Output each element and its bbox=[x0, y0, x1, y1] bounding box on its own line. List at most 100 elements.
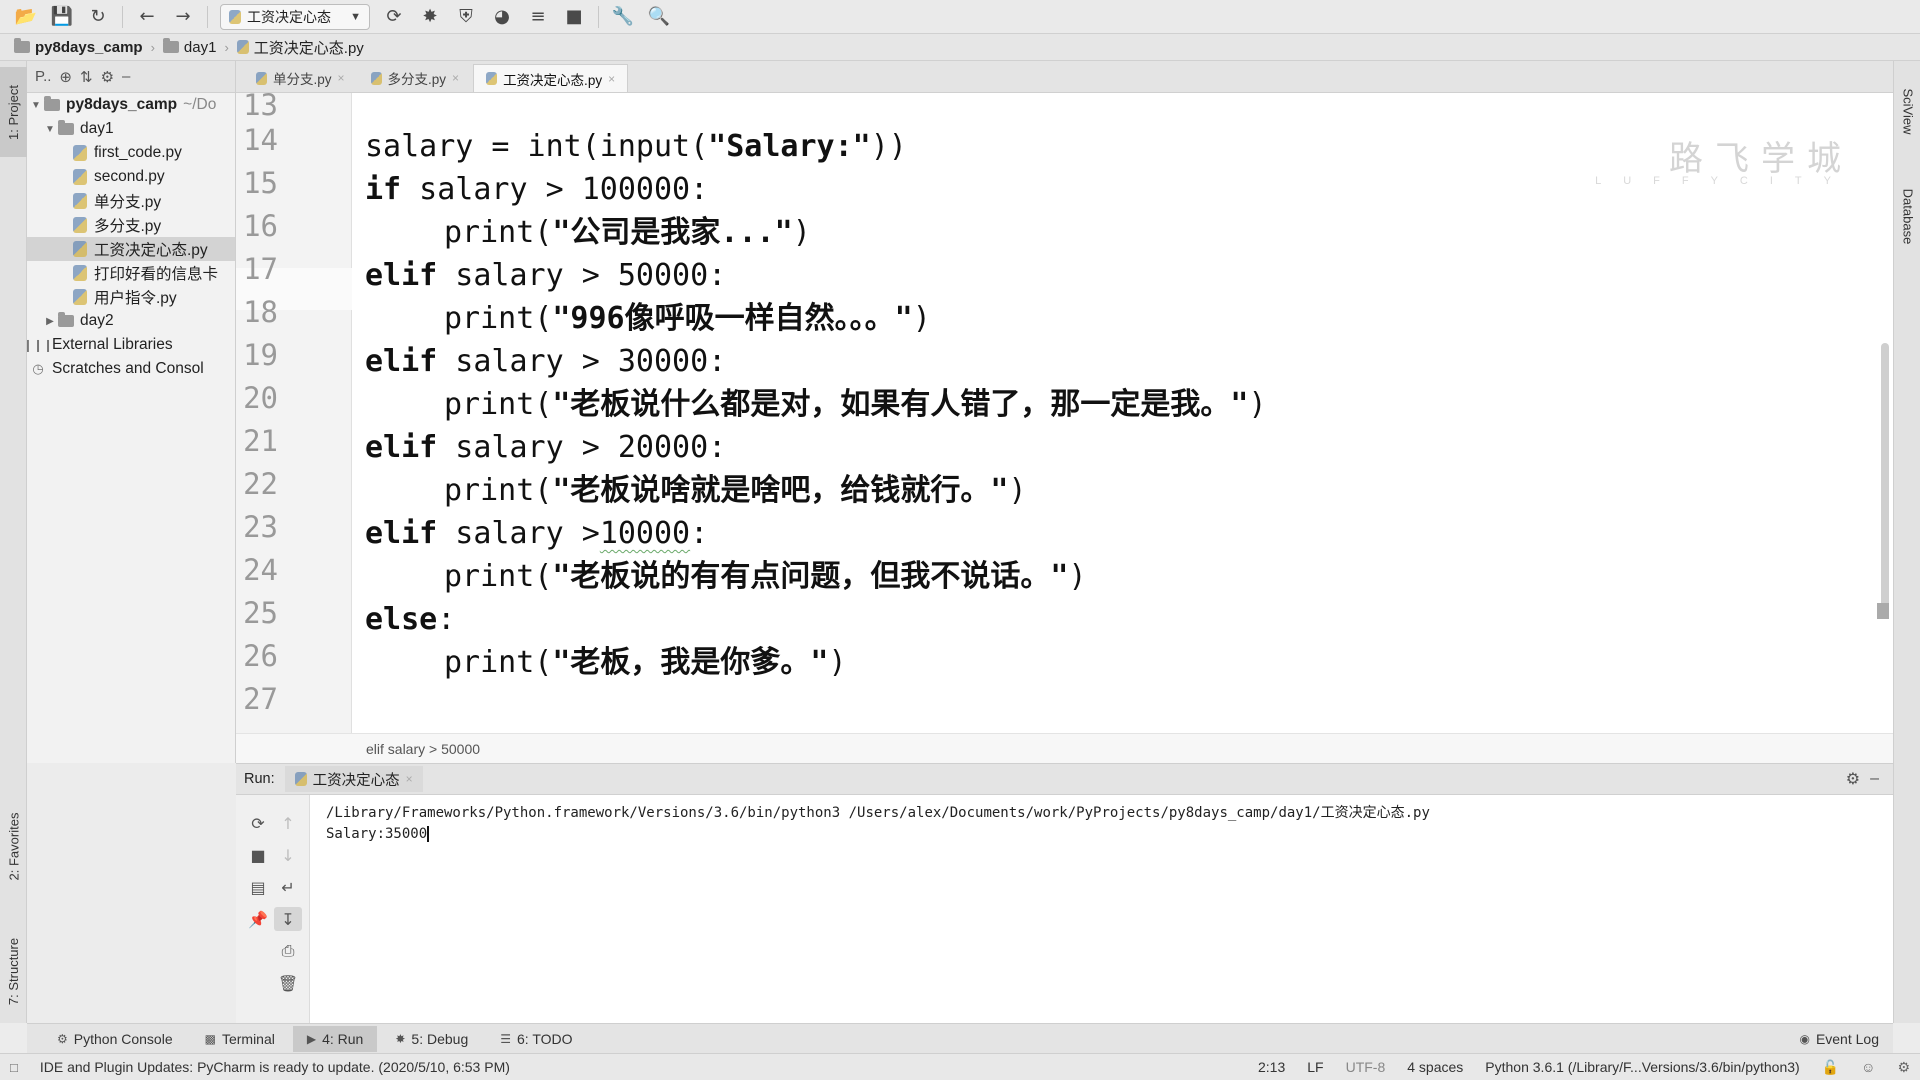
print-icon[interactable]: ⎙ bbox=[274, 939, 302, 963]
tree-item-file[interactable]: first_code.py bbox=[27, 141, 235, 165]
stop-icon[interactable]: ■ bbox=[556, 3, 592, 31]
memory-icon[interactable]: ⚙ bbox=[1897, 1059, 1910, 1076]
status-line-separator[interactable]: LF bbox=[1307, 1059, 1323, 1075]
close-icon[interactable]: × bbox=[406, 772, 413, 786]
console-command-line: /Library/Frameworks/Python.framework/Ver… bbox=[326, 805, 1430, 821]
tree-item-file[interactable]: 多分支.py bbox=[27, 213, 235, 237]
scroll-to-end-icon[interactable]: ↧ bbox=[274, 907, 302, 931]
soft-wrap-icon[interactable]: ↵ bbox=[274, 875, 302, 899]
tool-tab-structure[interactable]: 7: Structure bbox=[0, 921, 27, 1021]
debug-icon[interactable]: ✸ bbox=[412, 3, 448, 31]
tool-tab-label: Event Log bbox=[1815, 1030, 1879, 1047]
editor-tab[interactable]: 多分支.py × bbox=[359, 64, 472, 92]
line-number: 25 bbox=[243, 596, 278, 630]
gear-icon[interactable]: ⚙ bbox=[101, 68, 114, 86]
tree-item-day1[interactable]: ▼ day1 bbox=[27, 117, 235, 141]
tool-tab-database[interactable]: Database bbox=[1894, 171, 1920, 261]
tree-item-file-selected[interactable]: 工资决定心态.py bbox=[27, 237, 235, 261]
line-number: 13 bbox=[243, 93, 278, 122]
console-input-line[interactable]: Salary:35000 bbox=[326, 824, 1883, 845]
breadcrumb-project[interactable]: py8days_camp bbox=[14, 38, 143, 56]
code-token: ) bbox=[1248, 387, 1267, 422]
tree-item-file[interactable]: 打印好看的信息卡 bbox=[27, 261, 235, 285]
tree-item-file[interactable]: second.py bbox=[27, 165, 235, 189]
tree-item-external-libraries[interactable]: ❙❙❙ External Libraries bbox=[27, 333, 235, 357]
close-icon[interactable]: × bbox=[608, 72, 615, 86]
tree-item-scratches[interactable]: ◷ Scratches and Consol bbox=[27, 357, 235, 381]
pin-icon[interactable]: 📌 bbox=[244, 907, 272, 931]
code-editor[interactable]: 13 14 15 16 17 18 19 20 21 22 23 24 25 2… bbox=[236, 93, 1893, 733]
back-icon[interactable]: ← bbox=[129, 3, 165, 31]
minimize-icon[interactable]: – bbox=[1870, 770, 1879, 788]
tree-item-file[interactable]: 单分支.py bbox=[27, 189, 235, 213]
breadcrumb-file[interactable]: 工资决定心态.py bbox=[236, 37, 364, 58]
code-area[interactable]: salary = int(input("Salary:")) if salary… bbox=[365, 93, 1863, 733]
tree-item-path: ~/Do bbox=[183, 96, 217, 113]
editor-tab-active[interactable]: 工资决定心态.py × bbox=[473, 64, 629, 92]
open-folder-icon[interactable]: 📂 bbox=[8, 3, 44, 31]
status-caret-position[interactable]: 2:13 bbox=[1258, 1059, 1285, 1075]
sync-icon[interactable]: ↻ bbox=[80, 3, 116, 31]
locate-icon[interactable]: ⊕ bbox=[59, 68, 72, 86]
search-icon[interactable]: 🔍 bbox=[641, 3, 677, 31]
breadcrumb-folder[interactable]: day1 bbox=[162, 38, 216, 56]
coverage-icon[interactable]: ⛨ bbox=[448, 3, 484, 31]
status-interpreter[interactable]: Python 3.6.1 (/Library/F...Versions/3.6/… bbox=[1485, 1059, 1799, 1075]
toggle-tool-windows-icon[interactable]: □ bbox=[10, 1060, 18, 1075]
run-tab[interactable]: 工资决定心态 × bbox=[284, 766, 423, 792]
tool-tab-project[interactable]: 1: Project bbox=[0, 67, 27, 157]
lock-icon[interactable]: 🔓 bbox=[1822, 1059, 1839, 1076]
profile-icon[interactable]: ◕ bbox=[484, 3, 520, 31]
tool-tab-todo[interactable]: ☰ 6: TODO bbox=[486, 1026, 586, 1052]
save-icon[interactable]: 💾 bbox=[44, 3, 80, 31]
close-icon[interactable]: × bbox=[452, 71, 459, 85]
editor-error-marker[interactable] bbox=[1877, 603, 1889, 619]
tool-tab-python-console[interactable]: ⚙ Python Console bbox=[43, 1026, 187, 1052]
run-configuration-select[interactable]: 工资决定心态 ▼ bbox=[220, 3, 370, 30]
tool-tab-debug[interactable]: ✸ 5: Debug bbox=[381, 1026, 482, 1052]
concurrency-icon[interactable]: ≡ bbox=[520, 3, 556, 31]
tool-tab-favorites[interactable]: 2: Favorites bbox=[0, 791, 27, 901]
status-indent[interactable]: 4 spaces bbox=[1407, 1059, 1463, 1075]
collapse-icon[interactable]: ⇅ bbox=[80, 68, 93, 86]
code-token: salary > 30000: bbox=[437, 344, 727, 379]
code-token: print( bbox=[444, 215, 553, 250]
line-number: 23 bbox=[243, 510, 278, 544]
project-view-select[interactable]: P.. bbox=[35, 68, 51, 85]
forward-icon[interactable]: → bbox=[165, 3, 201, 31]
folder-icon bbox=[162, 38, 179, 53]
editor-scrollbar[interactable] bbox=[1881, 343, 1889, 613]
tree-item-project-root[interactable]: ▼ py8days_camp ~/Do bbox=[27, 93, 235, 117]
code-token: ) bbox=[792, 215, 811, 250]
layout-icon[interactable]: ▤ bbox=[244, 875, 272, 899]
tree-item-file[interactable]: 用户指令.py bbox=[27, 285, 235, 309]
console-output[interactable]: /Library/Frameworks/Python.framework/Ver… bbox=[326, 803, 1883, 845]
python-file-icon bbox=[256, 71, 267, 85]
code-token: print( bbox=[444, 645, 553, 680]
tool-tab-terminal[interactable]: ▩ Terminal bbox=[191, 1026, 289, 1052]
code-token: print( bbox=[444, 387, 553, 422]
editor-breadcrumb[interactable]: elif salary > 50000 bbox=[236, 733, 1893, 763]
editor-tab[interactable]: 单分支.py × bbox=[244, 64, 357, 92]
tool-tab-sciview[interactable]: SciView bbox=[1894, 71, 1920, 151]
tree-item-day2[interactable]: ▶ day2 bbox=[27, 309, 235, 333]
gear-icon[interactable]: ⚙ bbox=[1846, 769, 1860, 789]
scratches-icon: ◷ bbox=[32, 361, 44, 376]
keyword: elif bbox=[365, 258, 438, 293]
status-encoding[interactable]: UTF-8 bbox=[1346, 1059, 1386, 1075]
line-number: 20 bbox=[243, 381, 278, 415]
arrow-down-icon[interactable]: ↓ bbox=[274, 843, 302, 867]
rerun-icon[interactable]: ⟳ bbox=[376, 3, 412, 31]
inspector-icon[interactable]: ☺ bbox=[1861, 1059, 1875, 1075]
stop-icon[interactable]: ■ bbox=[244, 843, 272, 867]
hide-icon[interactable]: – bbox=[122, 68, 130, 85]
rerun-icon[interactable]: ⟳ bbox=[244, 811, 272, 835]
close-icon[interactable]: × bbox=[338, 71, 345, 85]
tool-tab-event-log[interactable]: ◉ Event Log bbox=[1785, 1026, 1893, 1052]
arrow-up-icon[interactable]: ↑ bbox=[274, 811, 302, 835]
tree-item-label: 多分支.py bbox=[94, 218, 162, 235]
status-message[interactable]: IDE and Plugin Updates: PyCharm is ready… bbox=[40, 1059, 510, 1075]
wrench-icon[interactable]: 🔧 bbox=[605, 3, 641, 31]
tool-tab-run[interactable]: ▶ 4: Run bbox=[292, 1025, 378, 1052]
trash-icon[interactable]: 🗑 bbox=[274, 971, 302, 995]
